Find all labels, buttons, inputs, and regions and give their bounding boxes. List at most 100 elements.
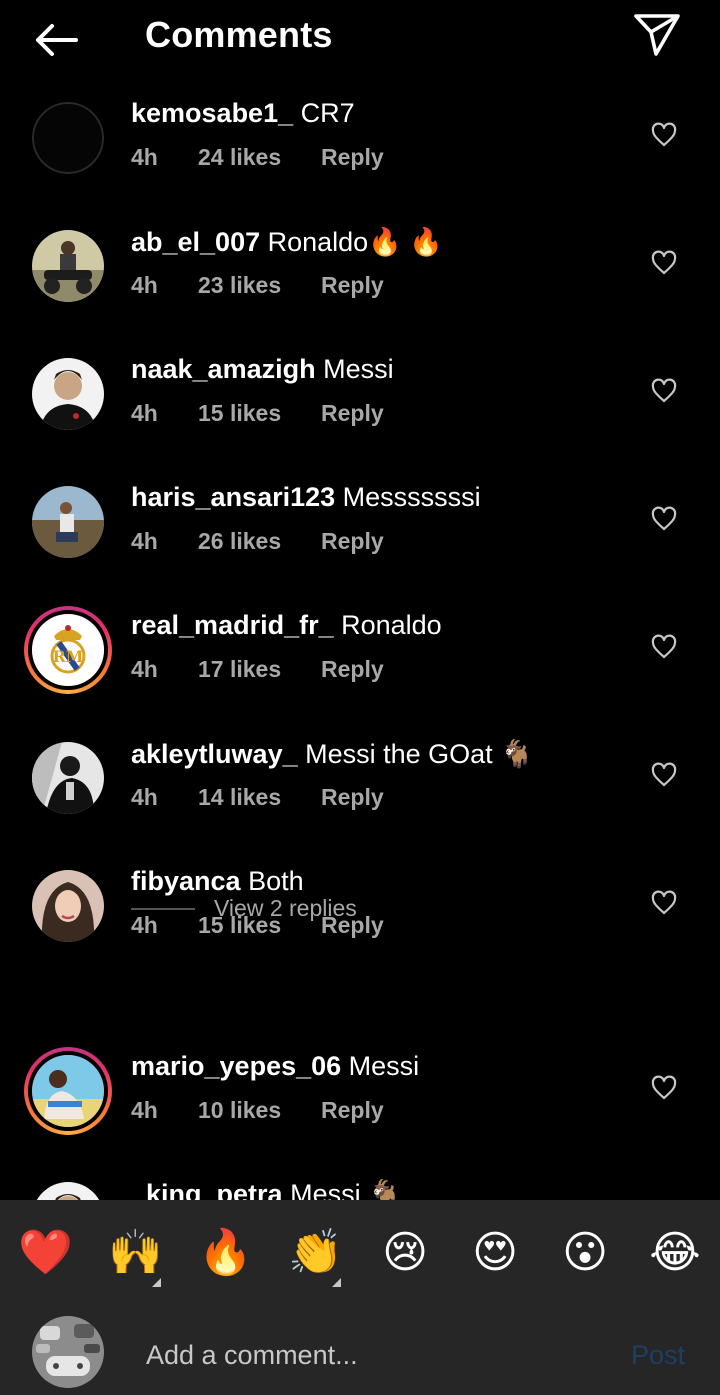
clapping-hands-emoji[interactable]: 👏 xyxy=(288,1226,343,1280)
comment-body: real_madrid_fr_ Ronaldo xyxy=(131,610,442,641)
like-button[interactable] xyxy=(651,890,677,916)
heart-icon xyxy=(651,506,677,531)
comment-likes[interactable]: 23 likes xyxy=(198,272,281,299)
avatar[interactable]: RM xyxy=(24,606,112,694)
back-button[interactable] xyxy=(30,18,82,62)
comment-username[interactable]: haris_ansari123 xyxy=(131,482,335,512)
comment-text: Messsssssi xyxy=(342,482,481,512)
comment-likes[interactable]: 10 likes xyxy=(198,1097,281,1124)
comment-time: 4h xyxy=(131,144,158,170)
comment-username[interactable]: real_madrid_fr_ xyxy=(131,610,334,640)
comment-likes[interactable]: 17 likes xyxy=(198,656,281,683)
heart-icon xyxy=(651,378,677,403)
heart-icon xyxy=(651,122,677,147)
like-button[interactable] xyxy=(651,1075,677,1101)
comment-text: Messi the GOat 🐐 xyxy=(305,739,534,769)
heart-icon xyxy=(651,1075,677,1100)
comment-text: Both xyxy=(248,866,304,896)
avatar[interactable] xyxy=(32,870,104,942)
post-button[interactable]: Post xyxy=(631,1340,685,1371)
like-button[interactable] xyxy=(651,122,677,148)
avatar[interactable] xyxy=(24,1047,112,1135)
red-heart-emoji[interactable]: ❤️ xyxy=(18,1226,73,1280)
comment-row[interactable]: haris_ansari123 Messsssssi 4h 26 likes Repl… xyxy=(0,470,720,598)
reply-button[interactable]: Reply xyxy=(321,272,384,299)
comment-time: 4h xyxy=(131,272,158,298)
tears-of-joy-emoji[interactable]: 😂 xyxy=(648,1226,702,1280)
comment-time: 4h xyxy=(131,400,158,426)
header: Comments xyxy=(0,0,720,80)
comment-time: 4h xyxy=(131,1097,158,1123)
view-replies-label: View 2 replies xyxy=(214,895,357,921)
like-button[interactable] xyxy=(651,506,677,532)
comment-text: Messi xyxy=(323,354,394,384)
like-button[interactable] xyxy=(651,378,677,404)
comment-text: Messi xyxy=(348,1051,420,1081)
comment-likes[interactable]: 14 likes xyxy=(198,784,281,811)
comment-composer-bar: ❤️ 🙌 🔥 👏 😢 😍 😮 😂 Post xyxy=(0,1200,720,1395)
surprised-face-emoji[interactable]: 😮 xyxy=(558,1226,612,1280)
comment-likes[interactable]: 24 likes xyxy=(198,144,281,171)
comment-body: naak_amazigh Messi xyxy=(131,354,394,385)
avatar[interactable] xyxy=(32,102,104,174)
comment-row[interactable]: mario_yepes_06 Messi 4h 10 likes Reply xyxy=(0,1039,720,1167)
comment-row[interactable]: akleytluway_ Messi the GOat 🐐 4h 14 likes R… xyxy=(0,726,720,854)
comment-row[interactable]: kemosabe1_ CR7 4h 24 likes Reply xyxy=(0,86,720,214)
comment-username[interactable]: kemosabe1_ xyxy=(131,98,293,128)
view-replies-button[interactable]: View 2 replies xyxy=(131,895,431,923)
heart-icon xyxy=(651,634,677,659)
comment-username[interactable]: ab_el_007 xyxy=(131,227,260,257)
comment-list[interactable]: kemosabe1_ CR7 4h 24 likes Reply ab_el_007 R… xyxy=(0,86,720,1200)
heart-eyes-emoji[interactable]: 😍 xyxy=(468,1226,522,1280)
avatar[interactable] xyxy=(32,1182,104,1200)
avatar[interactable] xyxy=(32,230,104,302)
comment-row[interactable]: RM real_madrid_fr_ Ronaldo 4h 17 likes Reply xyxy=(0,598,720,726)
comment-body: mario_yepes_06 Messi xyxy=(131,1051,419,1082)
comment-text: Ronaldo xyxy=(341,610,442,640)
like-button[interactable] xyxy=(651,634,677,660)
comment-likes[interactable]: 26 likes xyxy=(198,528,281,555)
share-button[interactable] xyxy=(632,12,682,58)
like-button[interactable] xyxy=(651,762,677,788)
comment-time: 4h xyxy=(131,528,158,554)
comment-time: 4h xyxy=(131,784,158,810)
comment-username[interactable]: fibyanca xyxy=(131,866,241,896)
fire-emoji[interactable]: 🔥 xyxy=(198,1226,253,1280)
avatar[interactable] xyxy=(32,486,104,558)
skin-tone-variants-indicator xyxy=(332,1278,341,1287)
crying-face-emoji[interactable]: 😢 xyxy=(378,1226,432,1280)
comment-row[interactable]: naak_amazigh Messi 4h 15 likes Reply xyxy=(0,342,720,470)
comment-time: 4h xyxy=(131,656,158,682)
comment-text: CR7 xyxy=(300,98,355,128)
comment-username[interactable]: naak_amazigh xyxy=(131,354,316,384)
like-button[interactable] xyxy=(651,250,677,276)
comment-username[interactable]: akleytluway_ xyxy=(131,739,298,769)
page-title: Comments xyxy=(145,14,333,55)
reply-button[interactable]: Reply xyxy=(321,528,384,555)
comment-likes[interactable]: 15 likes xyxy=(198,400,281,427)
comment-body: fibyanca Both xyxy=(131,866,304,897)
avatar[interactable] xyxy=(32,358,104,430)
comment-row[interactable]: ab_el_007 Ronaldo🔥 🔥 4h 23 likes Reply xyxy=(0,214,720,342)
reply-button[interactable]: Reply xyxy=(321,400,384,427)
comments-screen: Comments kemosabe1_ CR7 4h 24 likes Reply ab… xyxy=(0,0,720,1395)
comment-input[interactable] xyxy=(144,1334,608,1376)
comment-username[interactable]: mario_yepes_06 xyxy=(131,1051,341,1081)
avatar xyxy=(32,1316,104,1388)
comment-body: kemosabe1_ CR7 xyxy=(131,98,355,129)
comment-body: _king_petra Messi 🐐 xyxy=(131,1178,402,1200)
reply-button[interactable]: Reply xyxy=(321,1097,384,1124)
comment-body: ab_el_007 Ronaldo🔥 🔥 xyxy=(131,226,443,258)
reply-button[interactable]: Reply xyxy=(321,656,384,683)
heart-icon xyxy=(651,890,677,915)
comment-text: Messi 🐐 xyxy=(290,1179,402,1200)
reply-button[interactable]: Reply xyxy=(321,784,384,811)
comment-row[interactable]: _king_petra Messi 🐐 xyxy=(0,1166,720,1200)
raising-hands-emoji[interactable]: 🙌 xyxy=(108,1226,163,1280)
heart-icon xyxy=(651,762,677,787)
quick-reactions: ❤️ 🙌 🔥 👏 😢 😍 😮 😂 xyxy=(0,1226,720,1287)
avatar[interactable] xyxy=(32,742,104,814)
comment-username[interactable]: _king_petra xyxy=(131,1179,283,1200)
reply-button[interactable]: Reply xyxy=(321,144,384,171)
comment-body: akleytluway_ Messi the GOat 🐐 xyxy=(131,738,534,770)
